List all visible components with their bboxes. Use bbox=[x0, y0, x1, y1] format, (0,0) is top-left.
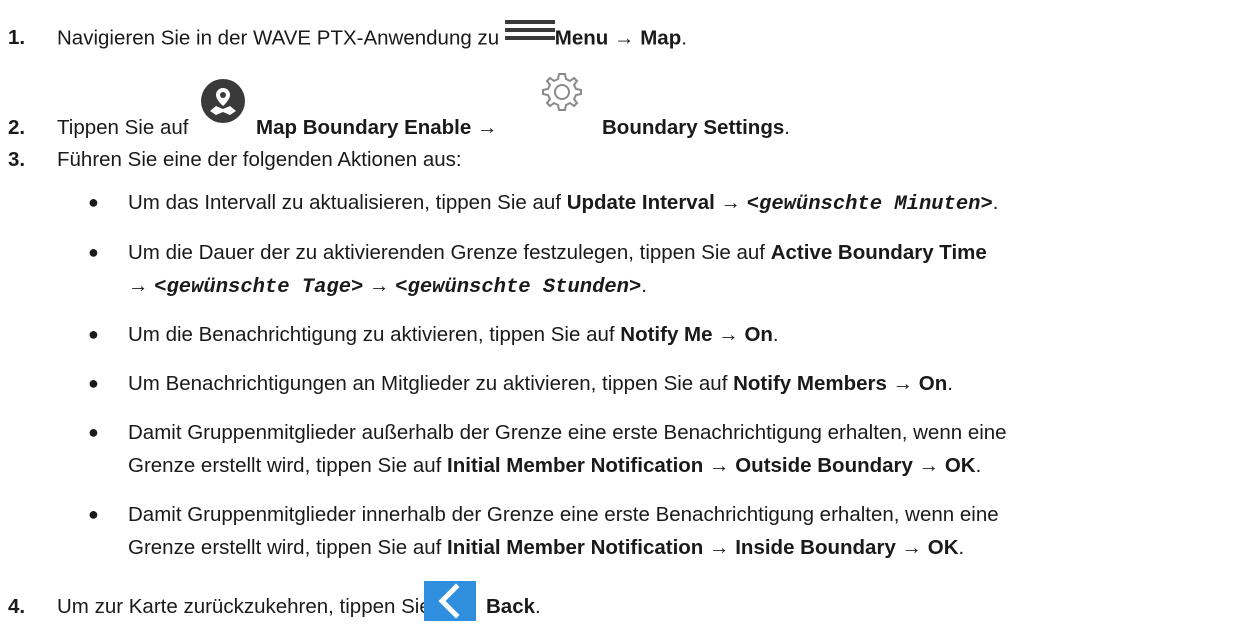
list-item: ● Damit Gruppenmitglieder außerhalb der … bbox=[88, 421, 1007, 477]
step-4: 4. Um zur Karte zurückzukehren, tippen S… bbox=[0, 578, 1254, 624]
bullet-icon: ● bbox=[88, 324, 99, 344]
map-boundary-icon bbox=[200, 78, 246, 130]
step-text: Navigieren Sie in der WAVE PTX-Anwendung… bbox=[57, 20, 687, 52]
step-number: 1. bbox=[8, 26, 26, 49]
bullet-icon: ● bbox=[88, 422, 99, 442]
back-icon bbox=[424, 581, 476, 624]
step-number: 4. bbox=[8, 595, 26, 618]
bullet-icon: ● bbox=[88, 192, 99, 212]
list-item: ● Um die Benachrichtigung zu aktivieren,… bbox=[88, 323, 779, 346]
gear-icon bbox=[537, 68, 587, 122]
list-item: ● Um das Intervall zu aktualisieren, tip… bbox=[88, 191, 999, 216]
step-1: 1. Navigieren Sie in der WAVE PTX-Anwend… bbox=[0, 16, 1254, 56]
list-item: ● Damit Gruppenmitglieder innerhalb der … bbox=[88, 503, 999, 559]
list-item: ● Um Benachrichtigungen an Mitglieder zu… bbox=[88, 372, 953, 395]
step-text: Tippen Sie auf bbox=[57, 116, 189, 139]
step-number: 2. bbox=[8, 116, 26, 139]
hamburger-menu-icon bbox=[504, 20, 555, 46]
bullet-icon: ● bbox=[88, 373, 99, 393]
list-item: ● Um die Dauer der zu aktivierenden Gren… bbox=[88, 241, 987, 299]
step-text: Führen Sie eine der folgenden Aktionen a… bbox=[57, 148, 462, 171]
step-number: 3. bbox=[8, 148, 26, 171]
step-3: 3. Führen Sie eine der folgenden Aktione… bbox=[0, 148, 1254, 178]
step-text: Um zur Karte zurückzukehren, tippen Sie … bbox=[57, 595, 465, 618]
step-2: 2. Tippen Sie auf Map Boundary Enable → … bbox=[0, 68, 1254, 139]
bullet-icon: ● bbox=[88, 504, 99, 524]
bullet-icon: ● bbox=[88, 242, 99, 262]
